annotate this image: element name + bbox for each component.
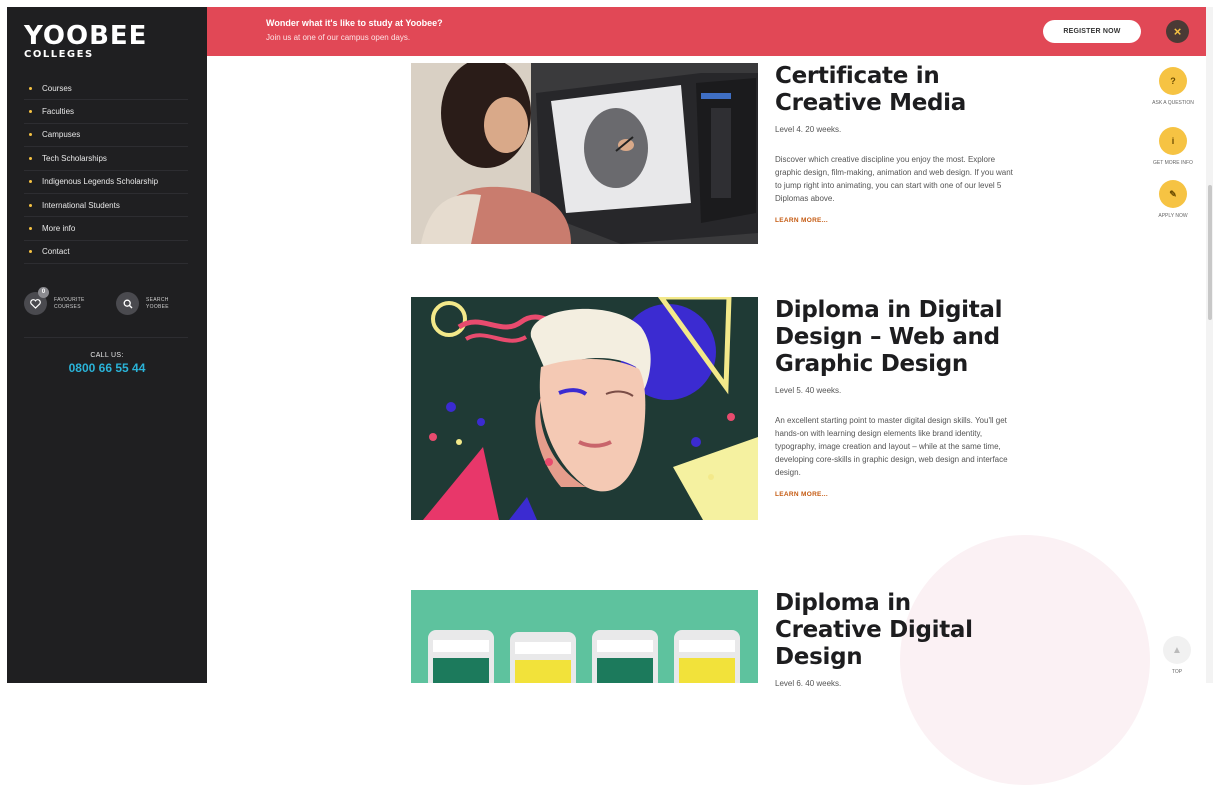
banner-subtitle: Join us at one of our campus open days. xyxy=(266,33,411,42)
phone-number-link[interactable]: 0800 66 55 44 xyxy=(7,361,207,375)
bullet-icon xyxy=(29,110,32,114)
bullet-icon xyxy=(29,180,32,184)
sidebar: YOOBEE COLLEGES Courses Faculties Campus… xyxy=(7,7,207,683)
get-more-info-label: GET MORE INFO xyxy=(1153,160,1193,166)
call-us: CALL US: 0800 66 55 44 xyxy=(7,352,207,375)
search-button[interactable]: SEARCH YOOBEE xyxy=(116,292,182,315)
bullet-icon xyxy=(29,250,32,254)
sidebar-item-campuses[interactable]: Campuses xyxy=(24,124,188,148)
course-level: Level 5. 40 weeks. xyxy=(775,386,842,395)
course-info: Certificate in Creative Media Level 4. 2… xyxy=(775,63,1015,224)
sidebar-item-courses[interactable]: Courses xyxy=(24,77,188,101)
window-frame xyxy=(0,0,7,683)
learn-more-link[interactable]: LEARN MORE... xyxy=(775,491,1015,498)
sidebar-item-faculties[interactable]: Faculties xyxy=(24,100,188,124)
heart-icon: 0 xyxy=(24,287,49,315)
sidebar-item-more-info[interactable]: More info xyxy=(24,217,188,241)
open-day-banner: Wonder what it's like to study at Yoobee… xyxy=(207,7,1206,56)
apply-now-label: APPLY NOW xyxy=(1158,213,1188,219)
course-title[interactable]: Diploma in Digital Design – Web and Grap… xyxy=(775,297,1015,378)
sidebar-divider xyxy=(24,337,188,338)
favourite-courses-button[interactable]: 0 FAVOURITE COURSES xyxy=(24,287,90,315)
register-now-button[interactable]: REGISTER NOW xyxy=(1043,20,1141,43)
course-title[interactable]: Diploma in Creative Digital Design xyxy=(775,590,1015,671)
logo-wordmark: YOOBEE xyxy=(24,21,148,51)
bullet-icon xyxy=(29,227,32,231)
learn-more-link[interactable]: LEARN MORE... xyxy=(775,217,1015,224)
sidebar-item-international-students[interactable]: International Students xyxy=(24,194,188,218)
ask-question-button[interactable]: ? ASK A QUESTION xyxy=(1150,67,1196,106)
banner-title: Wonder what it's like to study at Yoobee… xyxy=(266,18,443,28)
apply-now-button[interactable]: ✎ APPLY NOW xyxy=(1150,180,1196,219)
sidebar-item-tech-scholarships[interactable]: Tech Scholarships xyxy=(24,147,188,171)
search-icon xyxy=(116,292,139,315)
yoobee-logo[interactable]: YOOBEE COLLEGES xyxy=(24,23,147,60)
course-level: Level 6. 40 weeks. xyxy=(775,679,842,688)
bullet-icon xyxy=(29,86,32,90)
bullet-icon xyxy=(29,156,32,160)
sidebar-item-label: More info xyxy=(42,224,76,234)
ask-question-label: ASK A QUESTION xyxy=(1152,100,1194,106)
course-image-student-drawing[interactable] xyxy=(411,63,758,244)
apply-icon: ✎ xyxy=(1159,180,1187,208)
course-title[interactable]: Certificate in Creative Media xyxy=(775,63,1015,117)
question-icon: ? xyxy=(1159,67,1187,95)
scrollbar-track[interactable] xyxy=(1206,7,1213,683)
bullet-icon xyxy=(29,203,32,207)
sidebar-item-label: International Students xyxy=(42,200,120,210)
course-info: Diploma in Digital Design – Web and Grap… xyxy=(775,297,1015,498)
favourites-label: FAVOURITE COURSES xyxy=(54,296,85,310)
course-info: Diploma in Creative Digital Design Level… xyxy=(775,590,1015,688)
course-level: Level 4. 20 weeks. xyxy=(775,125,842,134)
scrollbar-thumb[interactable] xyxy=(1208,185,1212,320)
sidebar-item-label: Indigenous Legends Scholarship xyxy=(42,177,159,187)
top-label: TOP xyxy=(1171,669,1183,675)
course-image-illustrated-face[interactable] xyxy=(411,297,758,520)
sidebar-item-label: Courses xyxy=(42,83,72,93)
sidebar-item-label: Campuses xyxy=(42,130,81,140)
search-label: SEARCH YOOBEE xyxy=(146,296,169,310)
sidebar-item-label: Faculties xyxy=(42,107,75,117)
sidebar-item-label: Contact xyxy=(42,247,70,257)
course-description: An excellent starting point to master di… xyxy=(775,416,1008,477)
sidebar-item-label: Tech Scholarships xyxy=(42,153,107,163)
bullet-icon xyxy=(29,133,32,137)
sidebar-item-contact[interactable]: Contact xyxy=(24,241,188,265)
quick-links: 0 FAVOURITE COURSES SEARCH YOOBEE xyxy=(24,287,182,315)
sidebar-item-indigenous-scholarship[interactable]: Indigenous Legends Scholarship xyxy=(24,171,188,194)
back-to-top-button[interactable]: ▲ TOP xyxy=(1162,636,1192,675)
get-more-info-button[interactable]: i GET MORE INFO xyxy=(1150,127,1196,166)
info-icon: i xyxy=(1159,127,1187,155)
call-us-label: CALL US: xyxy=(90,352,124,359)
favourites-count-badge: 0 xyxy=(38,287,49,298)
sidebar-nav: Courses Faculties Campuses Tech Scholars… xyxy=(24,77,188,265)
course-description: Discover which creative discipline you e… xyxy=(775,155,1013,203)
arrow-up-icon: ▲ xyxy=(1163,636,1191,664)
close-icon[interactable]: × xyxy=(1166,20,1189,43)
course-image-phone-mockups[interactable] xyxy=(411,590,758,683)
